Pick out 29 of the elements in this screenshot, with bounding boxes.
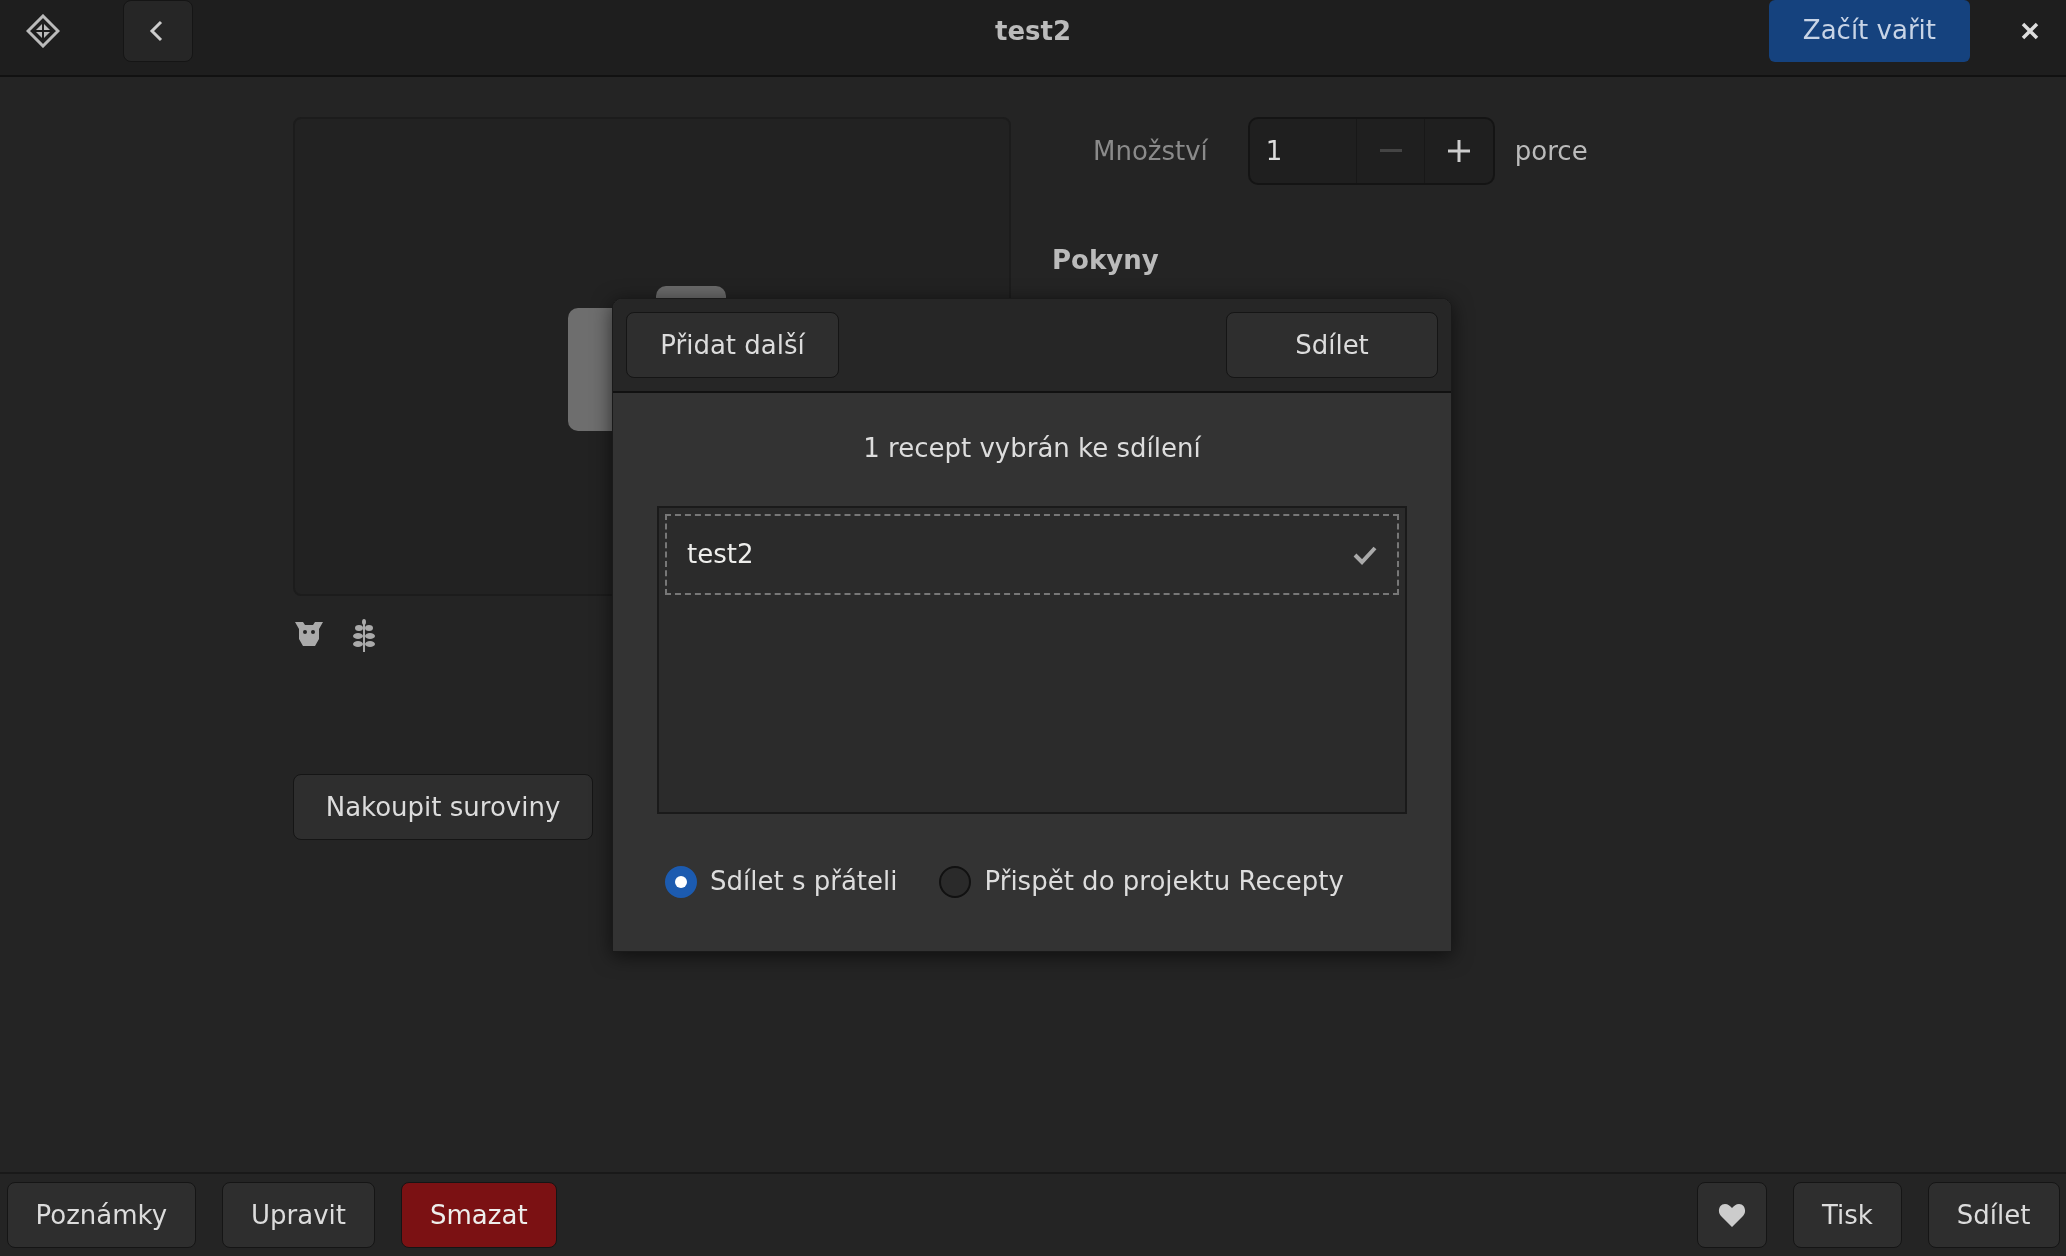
quantity-spin-field[interactable]: 1 bbox=[1247, 117, 1495, 185]
wheat-icon bbox=[351, 618, 377, 652]
toolbar-button[interactable]: Sdílet bbox=[1927, 1182, 2060, 1248]
unit-label: porce bbox=[1514, 134, 1588, 168]
close-icon[interactable] bbox=[2020, 20, 2040, 41]
heart-icon bbox=[1717, 1202, 1746, 1228]
radio-label: Přispět do projektu Recepty bbox=[984, 865, 1344, 898]
back-button[interactable] bbox=[123, 0, 193, 62]
toolbar-button[interactable]: Poznámky bbox=[6, 1182, 197, 1248]
selection-message: 1 recept vybrán ke sdílení bbox=[862, 432, 1202, 465]
toolbar-button[interactable]: Upravit bbox=[222, 1182, 376, 1248]
favorite-button[interactable] bbox=[1696, 1182, 1767, 1248]
quantity-label: Množství bbox=[1093, 134, 1208, 168]
toolbar-button[interactable]: Tisk bbox=[1792, 1182, 1902, 1248]
start-cooking-button[interactable]: Začít vařit bbox=[1768, 0, 1970, 62]
recipe-row[interactable]: test2 bbox=[665, 514, 1399, 595]
check-icon[interactable] bbox=[1353, 544, 1377, 565]
app-logo-icon bbox=[26, 13, 60, 48]
delete-button[interactable]: Smazat bbox=[401, 1182, 557, 1248]
quantity-input[interactable]: 1 bbox=[1249, 119, 1356, 183]
shop-ingredients-button[interactable]: Nakoupit suroviny bbox=[293, 774, 593, 840]
window-title: test2 bbox=[994, 15, 1072, 48]
share-button[interactable]: Sdílet bbox=[1226, 312, 1438, 378]
radio-button[interactable] bbox=[665, 865, 697, 898]
radio-label: Sdílet s přáteli bbox=[710, 865, 898, 898]
radio-button[interactable] bbox=[939, 865, 972, 898]
add-more-button[interactable]: Přidat další bbox=[626, 312, 839, 378]
recipe-name: test2 bbox=[687, 538, 754, 571]
section-heading: Pokyny bbox=[1052, 244, 1160, 277]
